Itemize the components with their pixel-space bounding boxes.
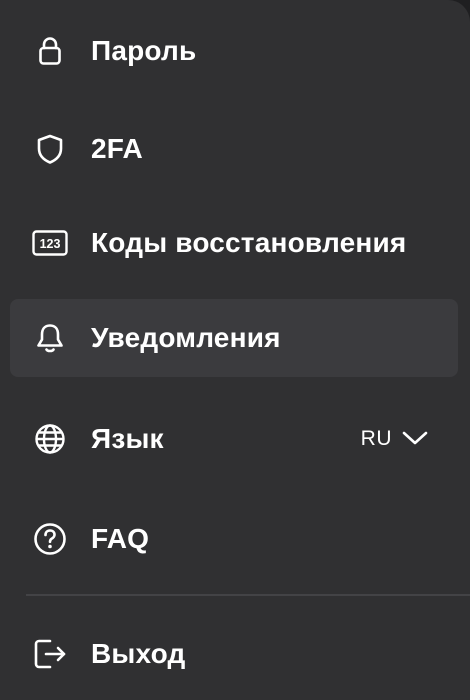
menu-item-label: Пароль — [91, 35, 197, 66]
chevron-down-icon — [402, 427, 428, 451]
logout-icon — [30, 634, 70, 674]
menu-item-label: Выход — [91, 638, 186, 669]
shield-icon — [30, 129, 70, 169]
menu-item-label: Язык — [91, 423, 164, 454]
settings-menu: Пароль 2FA 123 Коды восстановления Уведо… — [0, 0, 470, 700]
language-dropdown[interactable]: RU — [361, 427, 428, 451]
menu-item-label: FAQ — [91, 523, 150, 554]
menu-item-logout[interactable]: Выход — [10, 615, 458, 693]
menu-item-recovery-codes[interactable]: 123 Коды восстановления — [10, 204, 458, 282]
bell-icon — [30, 318, 70, 358]
menu-item-label: Уведомления — [91, 322, 281, 353]
question-circle-icon — [30, 519, 70, 559]
recovery-codes-icon: 123 — [30, 223, 70, 263]
menu-item-password[interactable]: Пароль — [10, 12, 458, 90]
language-value: RU — [360, 427, 392, 450]
menu-item-label: Коды восстановления — [91, 227, 407, 258]
globe-icon — [30, 419, 70, 459]
menu-item-notifications[interactable]: Уведомления — [10, 299, 458, 377]
menu-item-2fa[interactable]: 2FA — [10, 110, 458, 188]
menu-item-language[interactable]: Язык RU — [10, 400, 458, 478]
menu-item-label: 2FA — [91, 133, 143, 164]
menu-divider — [26, 594, 470, 596]
recovery-codes-icon-text: 123 — [40, 237, 61, 251]
lock-icon — [30, 31, 70, 71]
menu-item-faq[interactable]: FAQ — [10, 500, 458, 578]
